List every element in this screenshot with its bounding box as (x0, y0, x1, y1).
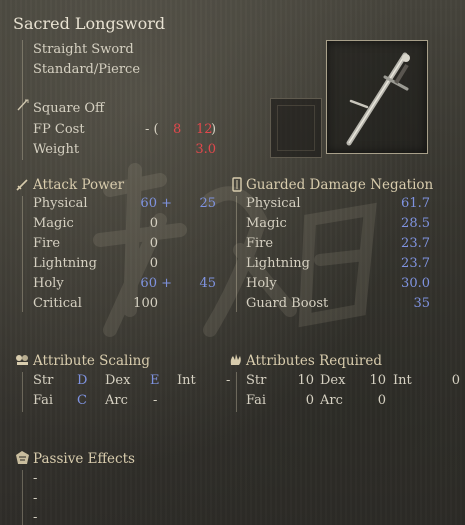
ap-fire-value: 0 (149, 236, 158, 251)
attack-power-header: Attack Power (33, 177, 125, 193)
required-str-value: 10 (297, 373, 314, 388)
skill-name: Square Off (33, 101, 105, 116)
weapon-image-frame (326, 40, 428, 154)
scaling-icon (16, 355, 28, 365)
scaling-str-label: Str (33, 373, 54, 388)
gd-lightning-label: Lightning (246, 256, 310, 271)
sword-icon (16, 179, 28, 191)
passive-divider (22, 470, 23, 525)
required-int-label: Int (393, 373, 412, 388)
required-fai-label: Fai (246, 393, 267, 408)
weight-value: 3.0 (195, 142, 216, 157)
ap-holy-label: Holy (33, 276, 64, 291)
scaling-arc-value: - (153, 393, 158, 408)
fp-cost-open: - ( (145, 122, 159, 137)
gd-holy-value: 30.0 (401, 276, 430, 291)
attack-power-divider (22, 196, 23, 312)
gd-magic-label: Magic (246, 216, 287, 231)
ap-critical-label: Critical (33, 296, 82, 311)
scaling-dex-label: Dex (105, 373, 131, 388)
gd-lightning-value: 23.7 (401, 256, 430, 271)
ap-lightning-value: 0 (149, 256, 158, 271)
skill-icon (17, 99, 29, 111)
ash-of-war-slot[interactable] (270, 98, 322, 158)
ap-magic-value: 0 (149, 216, 158, 231)
required-str-label: Str (246, 373, 267, 388)
fp-cost-close: ) (211, 122, 217, 137)
weapon-image (346, 52, 410, 146)
required-dex-label: Dex (320, 373, 346, 388)
passive-effect-2: - (33, 491, 38, 506)
required-fai-value: 0 (305, 393, 314, 408)
weight-label: Weight (33, 142, 80, 157)
required-arc-value: 0 (377, 393, 386, 408)
required-dex-value: 10 (369, 373, 386, 388)
gd-physical-label: Physical (246, 196, 301, 211)
gd-magic-value: 28.5 (401, 216, 430, 231)
gd-holy-label: Holy (246, 276, 277, 291)
scaling-arc-label: Arc (105, 393, 128, 408)
gd-fire-value: 23.7 (401, 236, 430, 251)
shield-icon (232, 177, 242, 192)
passive-effects-header: Passive Effects (33, 451, 135, 467)
fp-cost-value-1: 8 (173, 122, 182, 137)
gd-physical-value: 61.7 (401, 196, 430, 211)
scaling-int-label: Int (177, 373, 196, 388)
required-arc-label: Arc (320, 393, 343, 408)
attributes-required-header: Attributes Required (246, 353, 382, 369)
guarded-divider (236, 196, 237, 312)
scaling-str-value: D (77, 373, 88, 388)
scaling-dex-value: E (150, 373, 160, 388)
ap-fire-label: Fire (33, 236, 61, 251)
ap-physical-label: Physical (33, 196, 88, 211)
item-name: Sacred Longsword (13, 14, 166, 33)
hand-icon (230, 354, 241, 365)
ap-magic-label: Magic (33, 216, 74, 231)
passive-effect-3: - (33, 510, 38, 525)
fp-cost-label: FP Cost (33, 122, 85, 137)
required-int-value: 0 (451, 373, 460, 388)
scaling-divider (22, 372, 23, 412)
gd-guard-boost-label: Guard Boost (246, 296, 329, 311)
ap-physical-base: 60 + (140, 196, 172, 211)
scaling-fai-value: C (77, 393, 87, 408)
scaling-int-value: - (226, 373, 231, 388)
gd-guard-boost-value: 35 (413, 296, 430, 311)
weapon-type: Straight Sword (33, 42, 134, 57)
passive-effect-1: - (33, 471, 38, 486)
ap-holy-base: 60 + (140, 276, 172, 291)
attribute-scaling-header: Attribute Scaling (33, 353, 151, 369)
ap-lightning-label: Lightning (33, 256, 97, 271)
gd-fire-label: Fire (246, 236, 274, 251)
ap-holy-bonus: 45 (199, 276, 216, 291)
damage-type: Standard/Pierce (33, 62, 141, 77)
scaling-fai-label: Fai (33, 393, 54, 408)
required-divider (236, 372, 237, 412)
ap-physical-bonus: 25 (199, 196, 216, 211)
passive-icon (16, 451, 29, 464)
ap-critical-value: 100 (133, 296, 158, 311)
guarded-header: Guarded Damage Negation (246, 177, 434, 193)
